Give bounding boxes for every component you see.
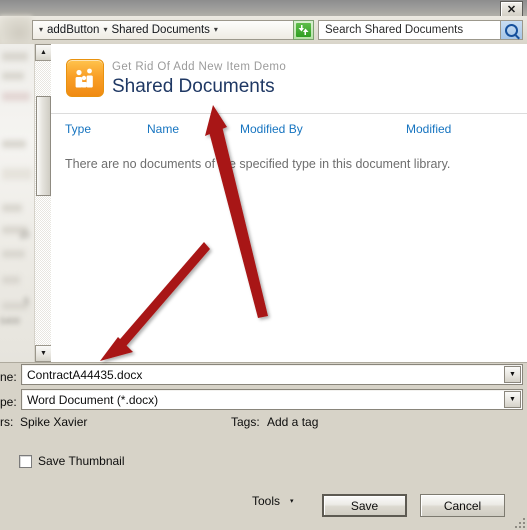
chevron-right-icon-1[interactable]: ▾ [99,26,111,34]
address-bar-blurred-region [0,16,32,44]
empty-state-message: There are no documents of the specified … [65,157,451,171]
nav-blur-item-9 [2,276,20,284]
navigation-pane[interactable]: (D 5 5400 [0,44,34,362]
nav-blur-item-2 [2,72,24,80]
tags-value[interactable]: Add a tag [267,415,318,429]
nav-blur-item-1 [2,52,28,61]
column-header-name[interactable]: Name [147,122,179,136]
search-placeholder: Search Shared Documents [325,24,464,36]
chevron-right-icon-2[interactable]: ▾ [210,26,222,34]
column-header-modified[interactable]: Modified [406,122,451,136]
filetype-select[interactable]: Word Document (*.docx) ▼ [21,389,523,410]
save-button[interactable]: Save [322,494,407,517]
chevron-down-icon-filename[interactable]: ▼ [504,366,521,383]
breadcrumb-item-addbutton[interactable]: addButton [47,24,99,36]
title-bar: ✕ [0,0,527,20]
nav-blur-item-4 [2,140,26,148]
breadcrumb-item-shared-documents[interactable]: Shared Documents [111,24,209,36]
filetype-value: Word Document (*.docx) [27,392,159,407]
search-input[interactable]: Search Shared Documents [318,20,523,40]
search-icon[interactable] [500,21,522,39]
page-title: Shared Documents [112,76,275,97]
magnifier-glyph [505,23,518,37]
tags-label: Tags: [231,415,260,429]
filename-value: ContractA44435.docx [27,367,143,382]
save-thumbnail-label: Save Thumbnail [38,454,125,468]
filename-label: ne: [0,370,17,384]
navigation-pane-scrollbar[interactable]: ▲ ▼ [34,44,52,362]
chevron-down-icon-tools: ▾ [290,498,294,505]
column-header-modified-by[interactable]: Modified By [240,122,303,136]
nav-blur-text-2: 5 [24,296,30,306]
filetype-label: pe: [0,395,17,409]
chevron-down-icon-filetype[interactable]: ▼ [504,391,521,408]
authors-label: rs: [0,415,14,429]
column-headers: Type Name Modified By Modified [51,122,527,144]
column-header-type[interactable]: Type [65,122,91,136]
nav-blur-text-1: (D [20,230,30,240]
file-list-pane: Get Rid Of Add New Item Demo Shared Docu… [51,44,527,362]
save-thumbnail-checkbox[interactable]: Save Thumbnail [19,454,125,468]
breadcrumb[interactable]: ▾ addButton ▾ Shared Documents ▾ ▾ [32,20,314,40]
tools-button[interactable]: Tools ▾ [252,494,294,508]
nav-blur-item-8 [2,250,25,258]
checkbox-box[interactable] [19,454,32,468]
resize-grip[interactable] [513,516,525,528]
people-group-icon [66,59,104,97]
refresh-icon [296,23,311,37]
nav-blur-item-6 [2,204,22,212]
scrollbar-thumb[interactable] [36,96,51,196]
scroll-up-icon[interactable]: ▲ [35,44,52,61]
nav-blur-item-5 [2,168,32,180]
filename-field[interactable]: ContractA44435.docx ▼ [21,364,523,385]
scroll-down-icon[interactable]: ▼ [35,345,52,362]
tools-label: Tools [252,494,281,508]
site-header: Get Rid Of Add New Item Demo Shared Docu… [51,44,527,114]
chevron-right-icon-0: ▾ [39,25,44,34]
site-subtitle: Get Rid Of Add New Item Demo [112,61,287,73]
nav-blur-item-3 [2,92,30,101]
refresh-button[interactable] [293,20,314,40]
authors-value[interactable]: Spike Xavier [20,415,87,429]
nav-blur-text-3: 5400 [0,316,21,326]
cancel-button[interactable]: Cancel [420,494,505,517]
save-as-dialog: ✕ ▾ addButton ▾ Shared Documents ▾ ▾ Sea… [0,0,527,530]
